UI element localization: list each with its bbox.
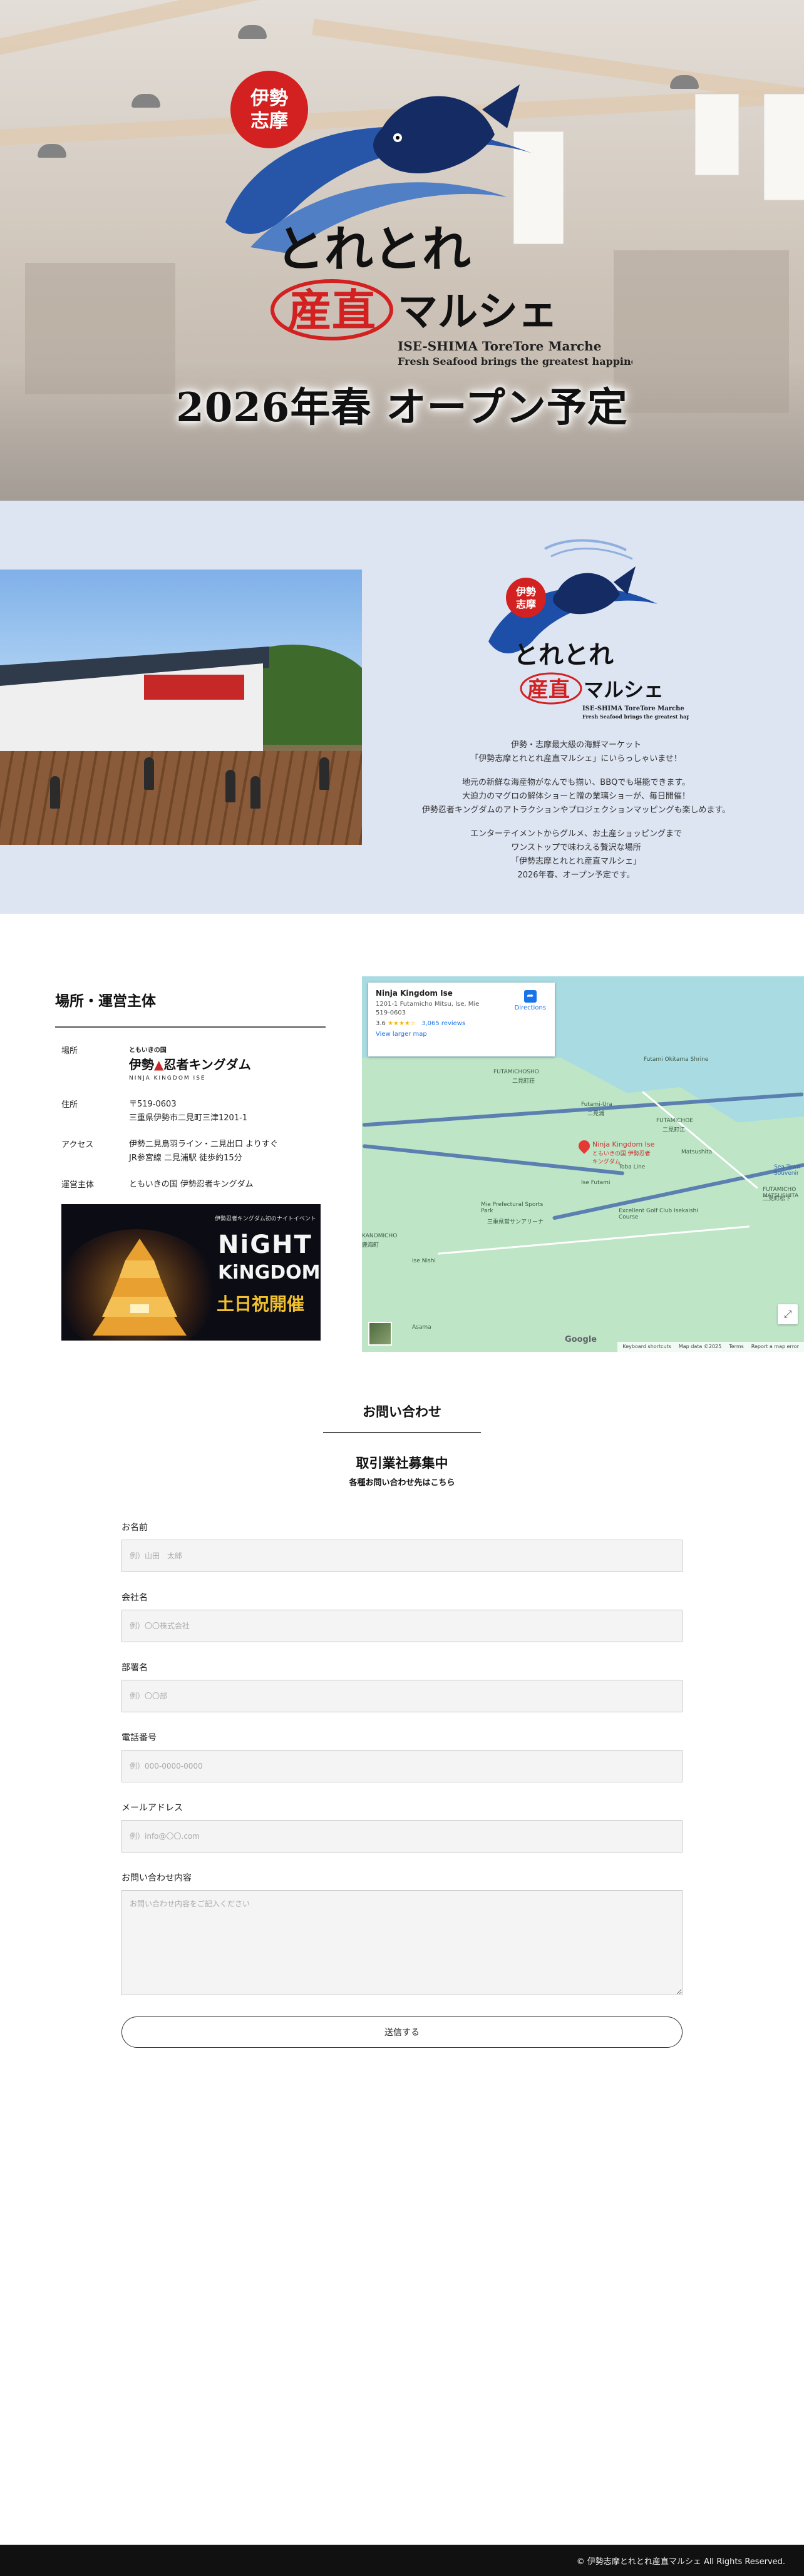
directions-icon: ➦	[523, 990, 537, 1003]
copyright-text: © 伊勢志摩とれとれ産直マルシェ All Rights Reserved.	[576, 2557, 785, 2567]
map-terms-link[interactable]: Terms	[729, 1344, 744, 1350]
location-table: 場所 ともいきの国 伊勢▲忍者キングダム NINJA KINGDOM ISE 住…	[55, 1044, 326, 1192]
email-input[interactable]	[121, 1820, 683, 1853]
phone-label: 電話番号	[121, 1733, 157, 1743]
intro-section: 伊勢 志摩 とれとれ 産直 マルシェ ISE-SHIMA ToreTore Ma…	[0, 501, 804, 914]
message-label: お問い合わせ内容	[121, 1873, 192, 1883]
map-place-card: Ninja Kingdom Ise 1201-1 Futamicho Mitsu…	[368, 983, 555, 1056]
hero-section: 伊勢 志摩 とれとれ 産直 マルシェ ISE-SHIMA ToreTore Ma…	[0, 0, 804, 501]
google-map[interactable]: FUTAMICHOSHO 二見町荘 FUTAMICHOE 二見町江 Futami…	[362, 976, 804, 1352]
svg-text:伊勢: 伊勢	[515, 586, 536, 598]
intro-paragraph: 地元の新鮮な海産物がなんでも揃い、BBQでも堪能できます。 大迫力のマグロの解体…	[421, 778, 731, 815]
night-kingdom-banner[interactable]: 伊勢忍者キングダム初のナイトイベント NiGHT KiNGDOM 土日祝開催	[61, 1204, 321, 1341]
map-attribution: Keyboard shortcuts Map data ©2025 Terms …	[617, 1342, 804, 1352]
logo-line1: とれとれ	[513, 640, 614, 670]
svg-text:志摩: 志摩	[250, 110, 288, 132]
tuna-icon	[373, 84, 520, 173]
contact-form: お名前 会社名 部署名 電話番号 メールアドレス お問い合わせ内容 送信する	[121, 1521, 683, 2048]
location-row-place: 場所 ともいきの国 伊勢▲忍者キングダム NINJA KINGDOM ISE	[55, 1044, 326, 1085]
view-larger-map-link[interactable]: View larger map	[376, 1031, 547, 1038]
message-textarea[interactable]	[121, 1890, 683, 1995]
map-satellite-toggle[interactable]	[368, 1322, 392, 1346]
seal-icon	[230, 71, 308, 148]
location-row-operator: 運営主体 ともいきの国 伊勢忍者キングダム	[61, 1180, 254, 1190]
name-input[interactable]	[121, 1540, 683, 1572]
location-section: 場所・運営主体 場所 ともいきの国 伊勢▲忍者キングダム NINJA KINGD…	[0, 914, 804, 1383]
tuna-icon	[553, 566, 636, 615]
site-footer: © 伊勢志摩とれとれ産直マルシェ All Rights Reserved.	[0, 2545, 804, 2576]
logo-en-tagline: Fresh Seafood brings the greatest happin…	[398, 355, 632, 367]
seal-icon	[506, 578, 546, 618]
logo-en-name: ISE-SHIMA ToreTore Marche	[582, 705, 684, 712]
seal-text-line1: 伊勢	[250, 88, 288, 110]
map-report-error-link[interactable]: Report a map error	[751, 1344, 799, 1350]
marche-logo-large: 伊勢 志摩 とれとれ 産直 マルシェ ISE-SHIMA ToreTore Ma…	[225, 71, 632, 367]
intro-paragraph: 伊勢・志摩最大級の海鮮マーケット 「伊勢志摩とれとれ産直マルシェ」にいらっしゃい…	[470, 740, 682, 764]
company-input[interactable]	[121, 1610, 683, 1642]
marche-logo-small: 伊勢 志摩 とれとれ 産直 マルシェ ISE-SHIMA ToreTore Ma…	[488, 539, 689, 720]
company-label: 会社名	[121, 1593, 148, 1603]
rating-stars-icon: ★★★★☆	[388, 1020, 416, 1027]
ninja-kingdom-logo: ともいきの国 伊勢▲忍者キングダム NINJA KINGDOM ISE	[129, 1047, 251, 1081]
intro-text: 伊勢・志摩最大級の海鮮マーケット 「伊勢志摩とれとれ産直マルシェ」にいらっしゃい…	[401, 739, 751, 892]
castle-icon	[93, 1239, 187, 1336]
map-rating: 3.6 ★★★★☆ 3,065 reviews	[376, 1020, 466, 1027]
logo-line1: とれとれ	[276, 221, 471, 278]
map-data-credit: Map data ©2025	[678, 1344, 722, 1349]
logo-en-tagline: Fresh Seafood brings the greatest happin…	[582, 713, 689, 720]
logo-line2-red: 産直	[527, 677, 570, 702]
logo-line2-red: 産直	[288, 284, 376, 336]
logo-en-name: ISE-SHIMA ToreTore Marche	[398, 339, 601, 354]
hero-title: 2026年春 オープン予定	[176, 384, 628, 431]
location-row-address: 住所 〒519-0603 三重県伊勢市二見町三津1201-1	[61, 1100, 248, 1123]
name-label: お名前	[121, 1523, 148, 1533]
logo-line2: マルシェ	[398, 289, 558, 335]
email-label: メールアドレス	[121, 1803, 183, 1813]
phone-input[interactable]	[121, 1750, 683, 1782]
google-logo: Google	[565, 1335, 597, 1344]
contact-section: お問い合わせ 取引業社募集中 各種お問い合わせ先はこちら お名前 会社名 部署名…	[0, 1383, 804, 2576]
contact-title: お問い合わせ	[363, 1404, 441, 1419]
submit-button[interactable]: 送信する	[121, 2016, 683, 2048]
location-row-access: アクセス 伊勢二見鳥羽ライン・二見出口 よりすぐ JR参宮線 二見浦駅 徒歩約15…	[61, 1140, 278, 1163]
intro-paragraph: エンターテイメントからグルメ、お土産ショッピングまで ワンストップで味わえる贅沢…	[470, 829, 682, 880]
location-title: 場所・運営主体	[55, 989, 326, 1028]
contact-subtitle: 取引業社募集中	[356, 1456, 448, 1471]
map-keyboard-shortcuts[interactable]: Keyboard shortcuts	[622, 1344, 671, 1350]
market-exterior-photo	[0, 570, 362, 845]
contact-divider	[323, 1432, 481, 1433]
map-fullscreen-button[interactable]: ⤢	[778, 1304, 798, 1324]
contact-subtitle2: 各種お問い合わせ先はこちら	[349, 1478, 455, 1488]
svg-text:志摩: 志摩	[516, 598, 536, 610]
logo-line2: マルシェ	[584, 678, 664, 702]
department-label: 部署名	[121, 1663, 148, 1673]
directions-button[interactable]: ➦ Directions	[515, 990, 546, 1011]
map-place-address: 1201-1 Futamicho Mitsu, Ise, Mie 519-060…	[376, 1001, 480, 1016]
map-reviews-link[interactable]: 3,065 reviews	[421, 1020, 465, 1027]
department-input[interactable]	[121, 1680, 683, 1712]
